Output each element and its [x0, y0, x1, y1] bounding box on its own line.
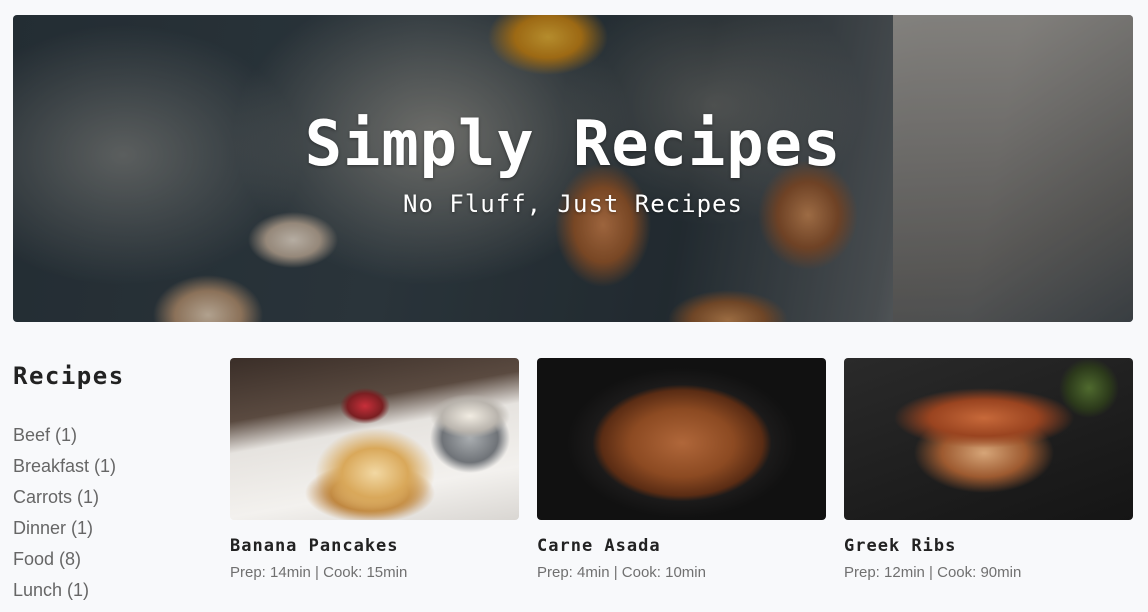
tag-link-carrots[interactable]: Carrots (1)	[13, 482, 203, 513]
recipe-card-greek-ribs[interactable]: Greek Ribs Prep: 12min | Cook: 90min	[844, 358, 1133, 581]
recipe-times: Prep: 4min | Cook: 10min	[537, 564, 706, 581]
tag-link-breakfast[interactable]: Breakfast (1)	[13, 451, 203, 482]
recipe-card-banana-pancakes[interactable]: Banana Pancakes Prep: 14min | Cook: 15mi…	[230, 358, 519, 581]
tag-link-food[interactable]: Food (8)	[13, 544, 203, 575]
recipe-image-carne-asada[interactable]	[537, 358, 826, 520]
tag-link-dinner[interactable]: Dinner (1)	[13, 513, 203, 544]
recipe-card-carne-asada[interactable]: Carne Asada Prep: 4min | Cook: 10min	[537, 358, 826, 581]
recipe-times: Prep: 12min | Cook: 90min	[844, 564, 1022, 581]
recipe-title[interactable]: Banana Pancakes	[230, 536, 519, 556]
recipe-image-greek-ribs[interactable]	[844, 358, 1133, 520]
recipe-image-banana-pancakes[interactable]	[230, 358, 519, 520]
recipe-title[interactable]: Carne Asada	[537, 536, 826, 556]
hero-title: Simply Recipes	[304, 107, 842, 180]
recipe-times: Prep: 14min | Cook: 15min	[230, 564, 408, 581]
hero-subtitle: No Fluff, Just Recipes	[403, 190, 743, 218]
sidebar: Recipes Beef (1) Breakfast (1) Carrots (…	[13, 362, 203, 606]
tag-link-beef[interactable]: Beef (1)	[13, 420, 203, 451]
tag-link-lunch[interactable]: Lunch (1)	[13, 575, 203, 606]
recipe-title[interactable]: Greek Ribs	[844, 536, 1133, 556]
sidebar-title: Recipes	[13, 362, 125, 390]
hero-banner: Simply Recipes No Fluff, Just Recipes	[13, 15, 1133, 322]
